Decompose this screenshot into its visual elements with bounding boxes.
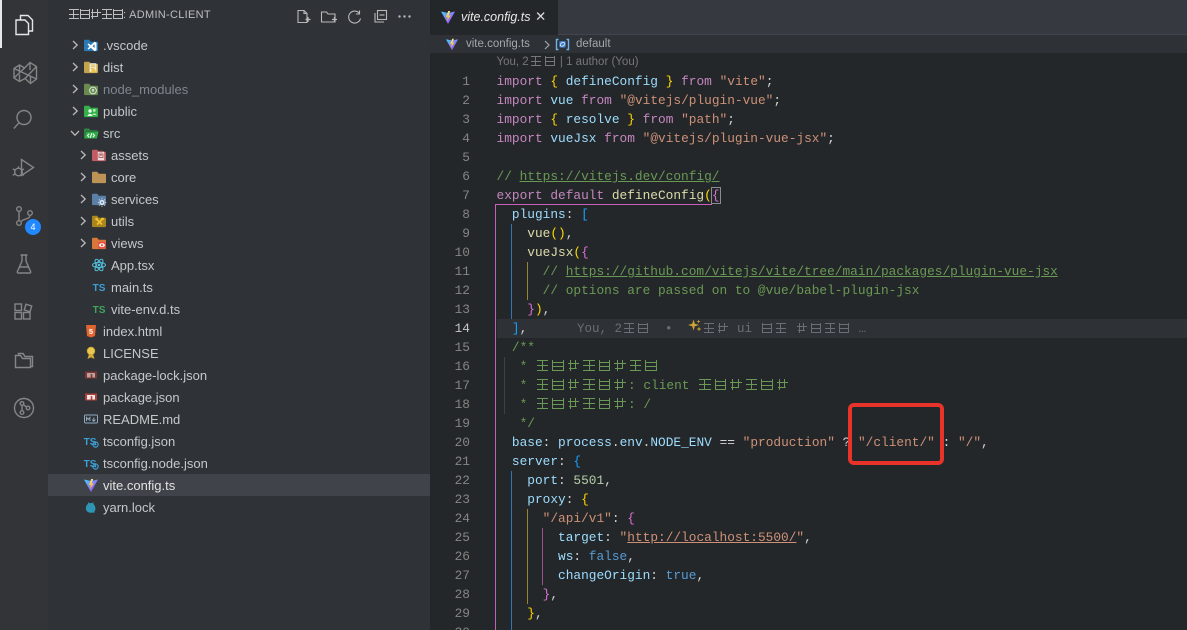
svg-text:TS: TS [93, 305, 106, 316]
svg-text:5: 5 [89, 327, 93, 336]
svg-text:TS: TS [93, 283, 106, 294]
